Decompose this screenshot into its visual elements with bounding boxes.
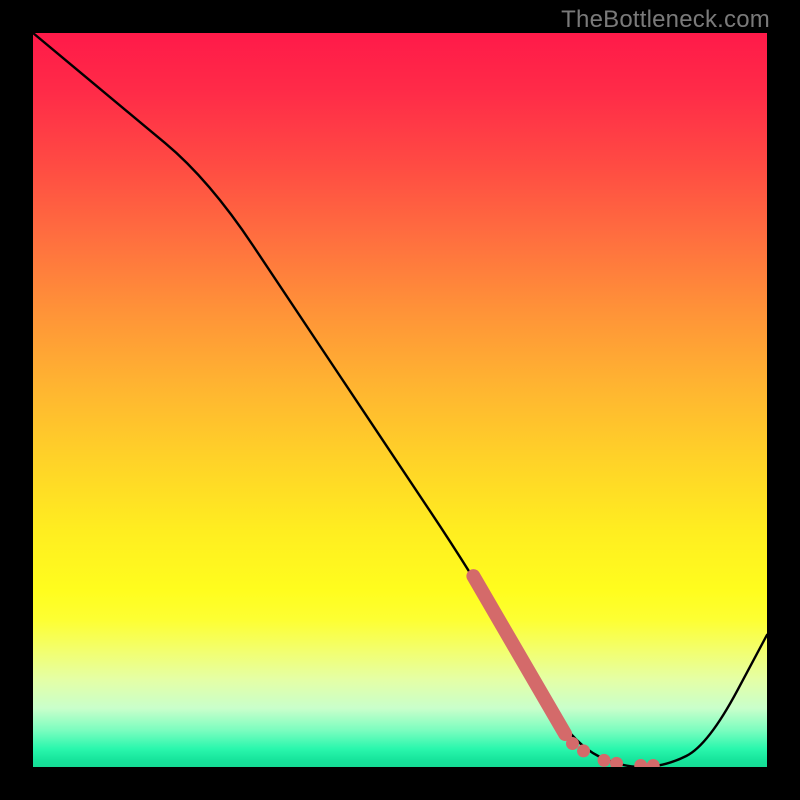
watermark-text: TheBottleneck.com xyxy=(561,6,770,34)
highlight-dot xyxy=(577,744,590,757)
highlight-dot xyxy=(598,754,611,767)
highlight-dot xyxy=(610,757,623,767)
chart-line xyxy=(33,33,767,767)
highlight-dots xyxy=(566,737,660,767)
chart-plot-area xyxy=(33,33,767,767)
highlight-dot xyxy=(566,737,579,750)
highlight-dot xyxy=(647,759,660,767)
highlight-segment xyxy=(473,576,565,734)
chart-svg xyxy=(33,33,767,767)
chart-frame: TheBottleneck.com xyxy=(0,0,800,800)
highlight-dot xyxy=(634,759,647,767)
